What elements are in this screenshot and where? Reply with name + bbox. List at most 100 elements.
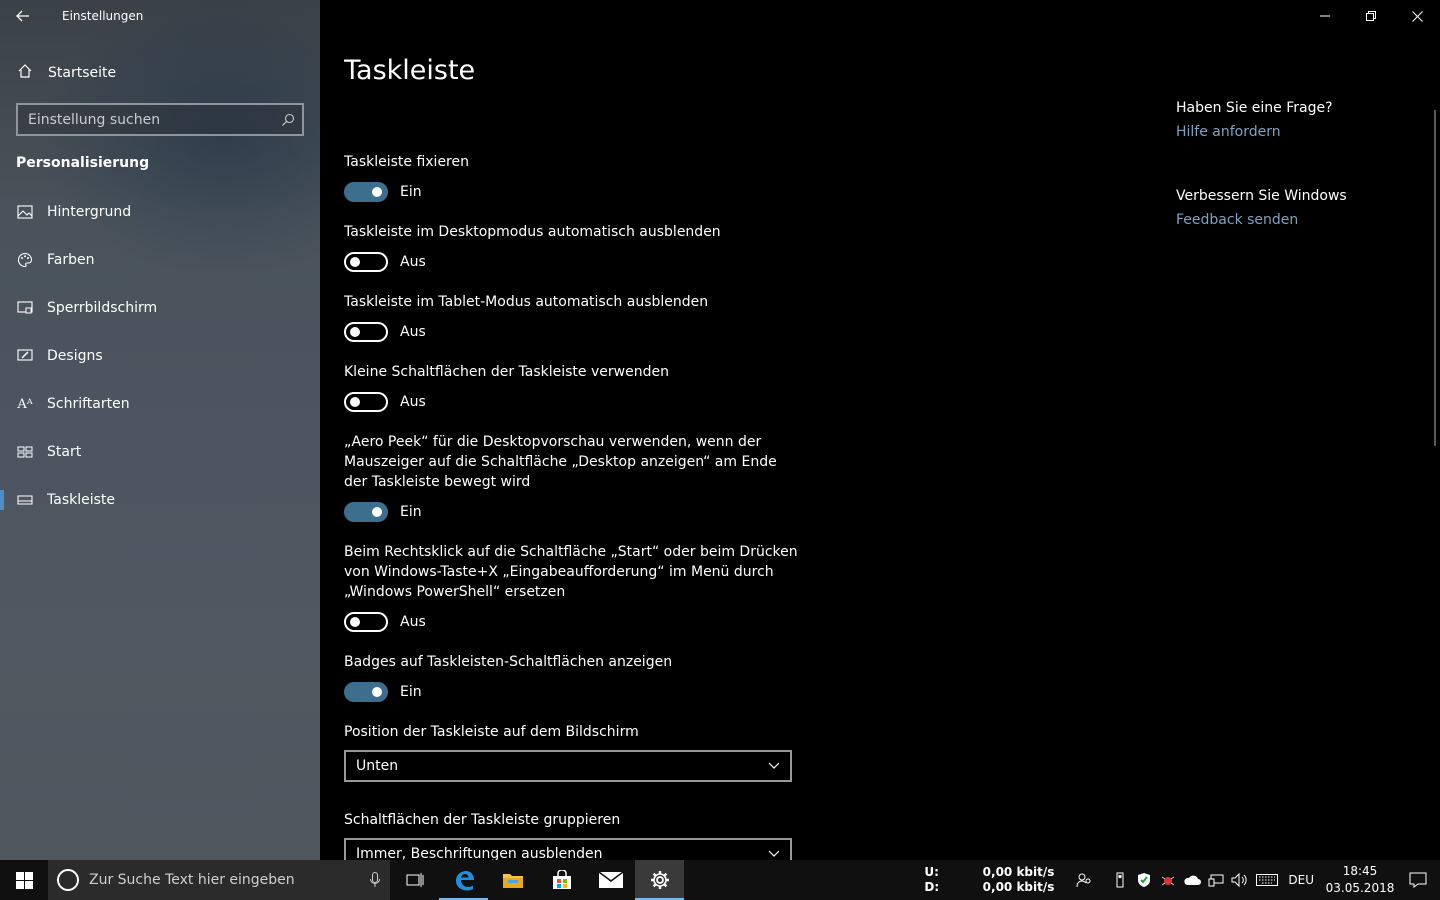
setting-label: Beim Rechtsklick auf die Schaltfläche „S… [344,544,798,600]
sidebar-item-label: Sperrbildschirm [47,300,158,316]
sidebar-item-taskleiste[interactable]: Taskleiste [0,476,320,524]
sidebar-item-start[interactable]: Start [0,428,320,476]
keyboard-button[interactable] [1252,860,1282,900]
start-layout-icon [16,446,34,458]
toggle-state: Ein [400,504,422,520]
toggle-state: Aus [400,324,426,340]
setting-autohide-desktop: Taskleiste im Desktopmodus automatisch a… [344,222,804,272]
setting-aero-peek: „Aero Peek“ für die Desktopvorschau verw… [344,432,804,522]
toggle-state: Ein [400,684,422,700]
toggle-switch[interactable] [344,502,388,522]
people-button[interactable] [1072,860,1096,900]
home-nav-item[interactable]: Startseite [0,56,320,90]
setting-position: Position der Taskleiste auf dem Bildschi… [344,722,804,782]
sidebar-item-label: Farben [47,252,95,268]
toggle-switch[interactable] [344,182,388,202]
settings-app-button[interactable] [635,860,684,900]
toggle-state: Aus [400,614,426,630]
net-monitor-labels: U: D: [924,865,964,895]
grouping-dropdown[interactable]: Immer, Beschriftungen ausblenden [344,838,792,860]
setting-badges: Badges auf Taskleisten-Schaltflächen anz… [344,652,804,702]
setting-grouping: Schaltflächen der Taskleiste gruppieren … [344,810,804,860]
usb-button[interactable] [1108,860,1132,900]
language-indicator[interactable]: DEU [1288,873,1314,887]
palette-icon [16,252,34,268]
position-dropdown[interactable]: Unten [344,750,792,782]
main-content: Taskleiste Taskleiste fixieren Ein Taskl… [344,0,1144,860]
volume-button[interactable] [1228,860,1252,900]
toggle-switch[interactable] [344,612,388,632]
taskbar-icon [16,495,34,505]
folder-icon [502,874,523,888]
sidebar-item-sperrbildschirm[interactable]: Sperrbildschirm [0,284,320,332]
toggle-state: Aus [400,254,426,270]
image-icon [16,205,34,219]
sidebar-item-label: Designs [47,348,103,364]
start-button[interactable] [0,860,48,900]
clock-date: 03.05.2018 [1325,881,1395,895]
page-title: Taskleiste [344,55,476,86]
store-bag-icon [552,870,571,889]
setting-label: Schaltflächen der Taskleiste gruppieren [344,812,621,828]
improve-heading: Verbessern Sie Windows [1176,188,1347,204]
chevron-down-icon [768,762,780,769]
back-arrow-icon [16,10,29,22]
toggle-knob [372,187,382,197]
edge-button[interactable] [439,860,488,900]
app-tray-button[interactable] [1156,860,1180,900]
toggle-switch[interactable] [344,252,388,272]
help-link[interactable]: Hilfe anfordern [1176,124,1416,140]
action-center-button[interactable] [1396,860,1440,900]
clock[interactable]: 18:45 03.05.2018 [1324,863,1396,897]
sidebar-item-schriftarten[interactable]: Aᴬ Schriftarten [0,380,320,428]
mail-button[interactable] [586,860,635,900]
gear-icon [650,871,669,889]
feedback-link[interactable]: Feedback senden [1176,212,1416,228]
dropdown-value: Unten [356,758,399,774]
restore-button[interactable] [1348,0,1394,32]
keyboard-icon [1256,874,1279,886]
minimize-icon [1320,15,1330,17]
store-button[interactable] [537,860,586,900]
sidebar-item-farben[interactable]: Farben [0,236,320,284]
toggle-switch[interactable] [344,682,388,702]
toggle-knob [350,617,360,627]
onedrive-button[interactable] [1180,860,1204,900]
sidebar-item-label: Taskleiste [47,492,116,508]
task-view-button[interactable] [390,860,439,900]
back-button[interactable] [0,0,46,32]
font-icon: Aᴬ [17,396,33,412]
net-up-label: U: [924,865,939,879]
defender-button[interactable] [1132,860,1156,900]
setting-autohide-tablet: Taskleiste im Tablet-Modus automatisch a… [344,292,804,342]
search-icon[interactable] [274,105,302,134]
task-view-icon [406,873,423,887]
settings-search-input[interactable] [18,111,274,128]
notification-icon [1409,872,1427,888]
file-explorer-button[interactable] [488,860,537,900]
setting-powershell: Beim Rechtsklick auf die Schaltfläche „S… [344,542,804,632]
sidebar-nav: Hintergrund Farben Sperrbildschirm Desig… [0,188,320,524]
sidebar-item-hintergrund[interactable]: Hintergrund [0,188,320,236]
window-controls [1302,0,1440,32]
microphone-icon[interactable] [360,872,390,888]
toggle-switch[interactable] [344,392,388,412]
lock-screen-icon [16,301,34,315]
toggle-knob [372,507,382,517]
close-button[interactable] [1394,0,1440,32]
scrollbar[interactable] [1434,110,1436,446]
minimize-button[interactable] [1302,0,1348,32]
sidebar-item-designs[interactable]: Designs [0,332,320,380]
toggle-knob [350,327,360,337]
clock-time: 18:45 [1342,864,1378,878]
bug-icon [1162,876,1175,886]
toggle-switch[interactable] [344,322,388,342]
taskbar-search[interactable]: Zur Suche Text hier eingeben [48,860,390,900]
restore-icon [1366,11,1376,21]
sidebar-item-label: Schriftarten [47,396,130,412]
chevron-down-icon [768,850,780,857]
shield-icon [1138,873,1151,887]
network-button[interactable] [1204,860,1228,900]
dropdown-value: Immer, Beschriftungen ausblenden [356,846,603,860]
net-up-value: 0,00 kbit/s [982,865,1055,879]
